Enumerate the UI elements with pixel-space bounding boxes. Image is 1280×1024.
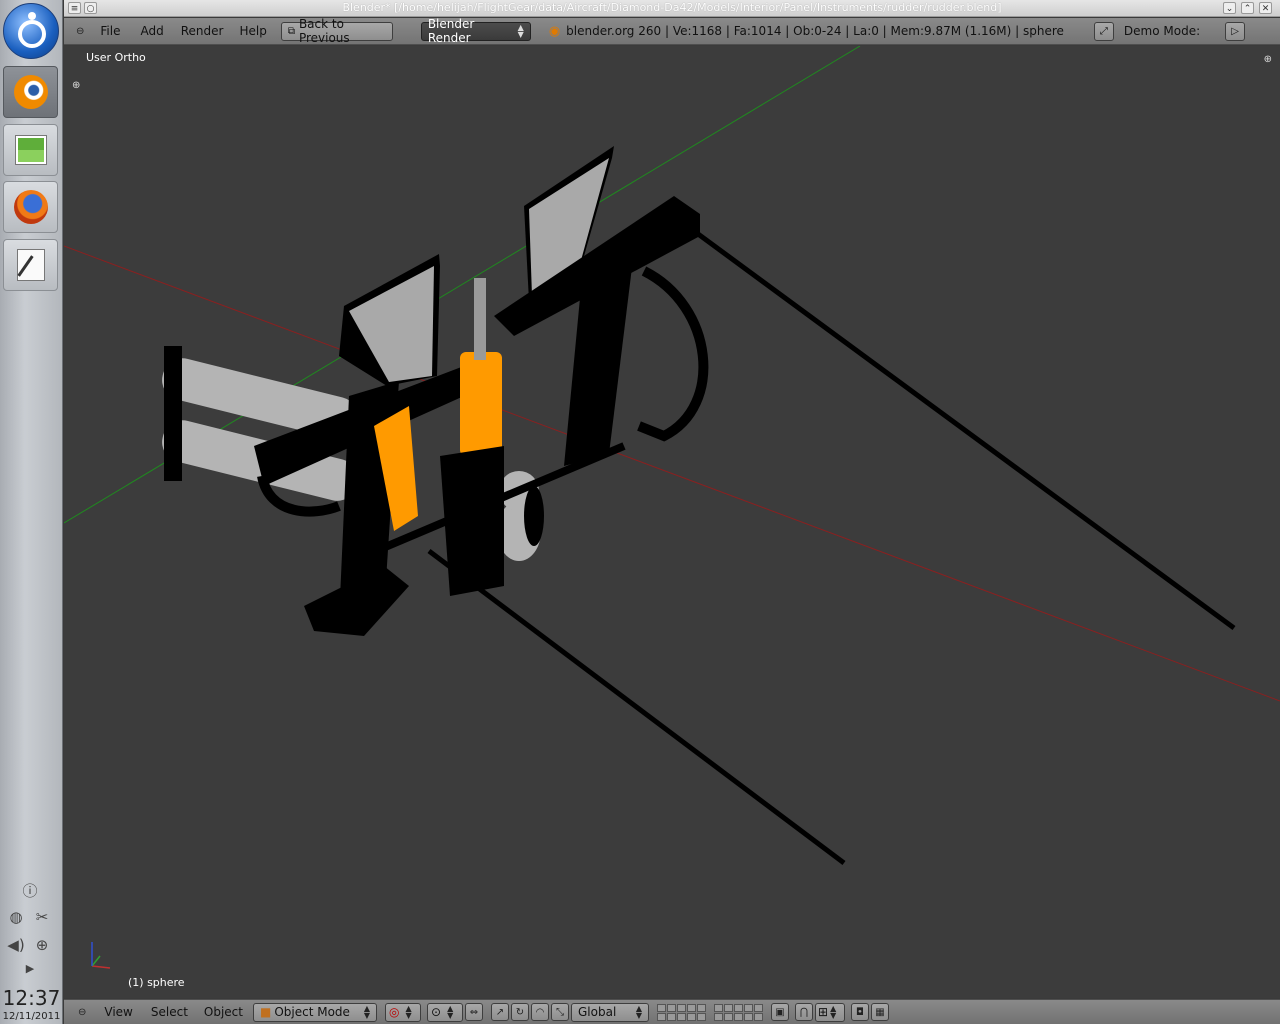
scene-stats: blender.org 260 | Ve:1168 | Fa:1014 | Ob…	[566, 24, 1064, 38]
editor-type-icon[interactable]: ⊖	[76, 26, 84, 37]
lock-layers-button[interactable]: ▣	[771, 1003, 789, 1021]
snap-grid-icon: ⊞	[818, 1005, 829, 1019]
expand-arrow-icon[interactable]: ▶	[18, 962, 42, 975]
text-editor-icon	[16, 249, 45, 281]
dock-firefox-app[interactable]	[3, 181, 58, 233]
layers-group-2[interactable]	[714, 1003, 763, 1021]
network-globe-icon[interactable]: ◍	[4, 908, 28, 926]
render-engine-value: Blender Render	[427, 17, 475, 45]
transform-icon: ⤡	[556, 1006, 564, 1018]
window-minimize-button[interactable]: ⌄	[1223, 2, 1236, 14]
mode-value: Object Mode	[274, 1005, 350, 1019]
back-to-previous-label: Back to Previous	[298, 17, 350, 45]
editor-type-icon-bottom[interactable]: ⊖	[78, 1007, 86, 1018]
camera-icon: ◘	[856, 1006, 864, 1018]
shading-arrows-icon: ▲ ▼	[405, 1004, 412, 1020]
fullscreen-icon: ⤢	[1099, 25, 1108, 37]
info-header: ⊖ File Add Render Help ⧉ Back to Previou…	[64, 17, 1280, 45]
menu-select[interactable]: Select	[151, 1005, 188, 1019]
object-mode-icon: ■	[260, 1005, 272, 1019]
axis-gizmo-icon	[91, 942, 111, 969]
window-maximize-button[interactable]: ⌃	[1241, 2, 1254, 14]
info-icon[interactable]: ⓘ	[18, 880, 42, 901]
os-dock: ⓘ ◍ ✂ ◀) ⊕ ▶ 12:37 12/11/2011	[0, 0, 63, 1024]
updown-arrows-icon: ▲ ▼	[517, 23, 524, 39]
pivot-arrows-icon: ▲ ▼	[447, 1004, 454, 1020]
blender-icon	[13, 75, 48, 109]
window-title: Blender* [/home/helijah/FlightGear/data/…	[342, 1, 1002, 14]
pivot-select[interactable]: ⊙ ▲ ▼	[427, 1002, 463, 1022]
viewport-header: ⊖ View Select Object ■ Object Mode ▲ ▼ ◎ …	[64, 999, 1280, 1024]
render-engine-select[interactable]: Blender Render ▲ ▼	[420, 17, 531, 45]
scene-render	[64, 46, 1280, 865]
blender-logo-icon: ◉	[548, 23, 561, 39]
dock-text-editor-app[interactable]	[3, 239, 58, 291]
dock-image-viewer-app[interactable]	[3, 124, 58, 176]
window-close-button[interactable]: ✕	[1259, 2, 1272, 14]
pivot-icon: ⊙	[431, 1005, 442, 1019]
scissors-icon[interactable]: ✂	[30, 908, 54, 926]
back-screen-icon: ⧉	[287, 25, 295, 37]
dock-blender-app[interactable]	[3, 66, 58, 118]
rotate-tool[interactable]: ↻	[511, 1003, 529, 1021]
cylinder-mount	[164, 346, 182, 481]
grey-pin	[474, 278, 486, 360]
orientation-value: Global	[578, 1005, 617, 1019]
mode-arrows-icon: ▲ ▼	[363, 1004, 370, 1020]
orientation-arrows-icon: ▲ ▼	[635, 1004, 642, 1020]
snap-toggle[interactable]: ⋂	[795, 1003, 813, 1021]
usb-icon[interactable]: ⊕	[30, 936, 54, 954]
clock-date: 12/11/2011	[2, 1011, 61, 1022]
menu-view[interactable]: View	[104, 1005, 132, 1019]
rotate-icon: ↻	[515, 1006, 525, 1018]
menu-help[interactable]: Help	[239, 24, 266, 38]
window-titlebar: ≡ ○ Blender* [/home/helijah/FlightGear/d…	[64, 0, 1280, 17]
demo-play-button[interactable]: ▷	[1225, 21, 1246, 41]
scale-tool[interactable]: ◠	[531, 1003, 549, 1021]
menu-object[interactable]: Object	[204, 1005, 243, 1019]
image-viewer-icon	[15, 136, 46, 164]
orange-block-right	[460, 352, 502, 456]
opengl-animation-button[interactable]: ▦	[871, 1003, 889, 1021]
snap-arrows-icon: ▲ ▼	[830, 1004, 837, 1020]
orientation-select[interactable]: Global ▲ ▼	[571, 1002, 649, 1022]
manipulator-toggle[interactable]: ⇔	[465, 1003, 483, 1021]
layers-group-1[interactable]	[657, 1003, 706, 1021]
menu-render[interactable]: Render	[181, 24, 224, 38]
opengl-render-button[interactable]: ◘	[851, 1003, 869, 1021]
clapper-icon: ▦	[875, 1006, 885, 1018]
manipulator-icon: ⇔	[469, 1006, 479, 1018]
firefox-icon	[13, 190, 48, 224]
menu-add[interactable]: Add	[140, 24, 163, 38]
clock-time: 12:37	[2, 986, 61, 1010]
os-logo-icon[interactable]	[3, 3, 59, 59]
pulley-axle	[524, 486, 544, 546]
shading-select[interactable]: ◎ ▲ ▼	[385, 1002, 421, 1022]
back-to-previous-button[interactable]: ⧉ Back to Previous	[280, 17, 393, 45]
menu-file[interactable]: File	[100, 24, 120, 38]
right-rod	[692, 228, 1236, 631]
fullscreen-button[interactable]: ⤢	[1093, 21, 1114, 41]
3d-viewport[interactable]: ⊕ ⊕ User Ortho (1) sphere	[64, 46, 1280, 998]
scale-icon: ◠	[535, 1006, 545, 1018]
volume-icon[interactable]: ◀)	[4, 936, 28, 954]
demo-mode-label: Demo Mode:	[1123, 24, 1201, 38]
magnet-icon: ⋂	[799, 1006, 809, 1018]
translate-tool[interactable]: ↗	[491, 1003, 509, 1021]
transform-tool[interactable]: ⤡	[551, 1003, 569, 1021]
left-rod	[427, 549, 846, 865]
play-icon: ▷	[1231, 25, 1239, 37]
right-pedal-spring	[637, 266, 709, 442]
mode-select[interactable]: ■ Object Mode ▲ ▼	[253, 1002, 377, 1022]
translate-icon: ↗	[495, 1006, 505, 1018]
snap-element-select[interactable]: ⊞ ▲ ▼	[815, 1002, 845, 1022]
shading-icon: ◎	[389, 1005, 400, 1019]
active-object-label: (1) sphere	[128, 976, 185, 989]
lock-icon: ▣	[775, 1006, 785, 1018]
